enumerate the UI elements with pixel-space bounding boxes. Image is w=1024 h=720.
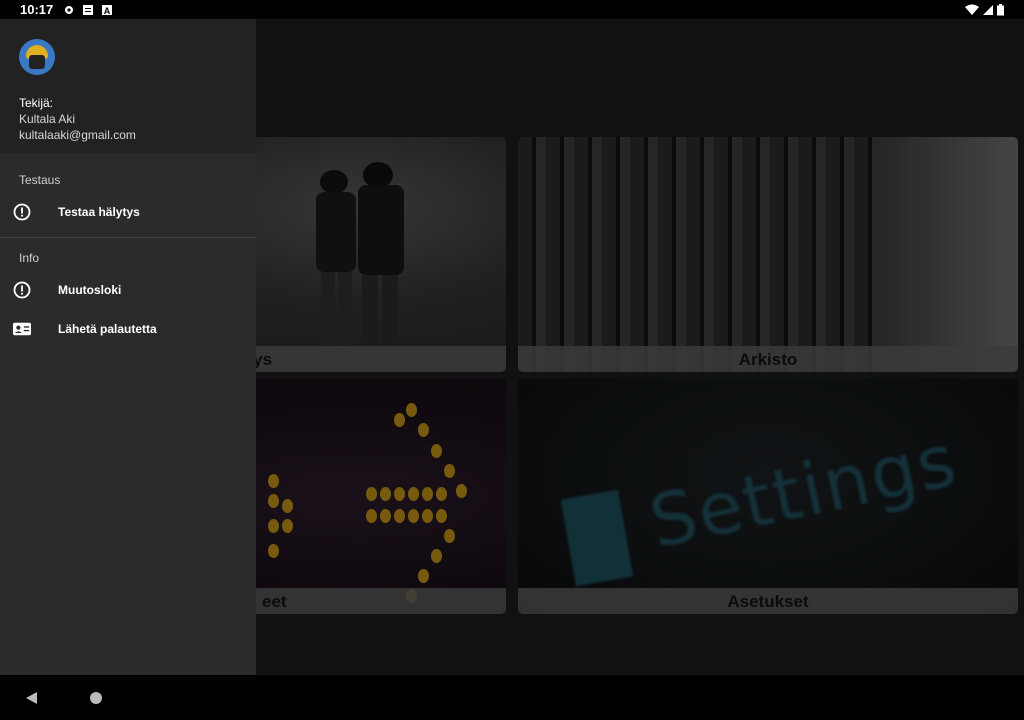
alert-circle-icon: [13, 203, 31, 221]
menu-item-label: Muutosloki: [58, 282, 122, 297]
signal-icon: [983, 4, 993, 15]
menu-item-testaa-halytys[interactable]: Testaa hälytys: [0, 192, 256, 231]
wifi-icon: [965, 4, 979, 15]
section-title-info: Info: [19, 251, 40, 265]
system-nav-bar: [0, 675, 1024, 720]
alert-circle-icon: [13, 281, 31, 299]
back-icon[interactable]: [25, 691, 39, 705]
author-email: kultalaaki@gmail.com: [19, 128, 136, 142]
drawer-header: Tekijä: Kultala Aki kultalaaki@gmail.com: [0, 19, 256, 153]
battery-icon: [997, 3, 1004, 15]
menu-item-laheta-palautetta[interactable]: Lähetä palautetta: [0, 309, 256, 348]
a-icon: A: [102, 4, 113, 16]
notes-icon: [83, 4, 94, 15]
section-title-testaus: Testaus: [19, 173, 61, 187]
author-name: Kultala Aki: [19, 112, 76, 126]
menu-item-label: Lähetä palautetta: [58, 321, 157, 336]
menu-item-muutosloki[interactable]: Muutosloki: [0, 270, 256, 309]
clock: 10:17: [20, 2, 54, 17]
menu-item-label: Testaa hälytys: [58, 204, 140, 219]
author-label: Tekijä:: [19, 96, 54, 110]
avatar: [19, 39, 55, 75]
svg-text:A: A: [104, 6, 111, 16]
home-icon[interactable]: [90, 692, 102, 704]
status-bar: 10:17 A: [0, 0, 1024, 19]
contact-card-icon: [13, 320, 31, 338]
divider: [0, 237, 256, 238]
navigation-drawer: Tekijä: Kultala Aki kultalaaki@gmail.com…: [0, 19, 256, 675]
gear-icon: [65, 5, 74, 14]
